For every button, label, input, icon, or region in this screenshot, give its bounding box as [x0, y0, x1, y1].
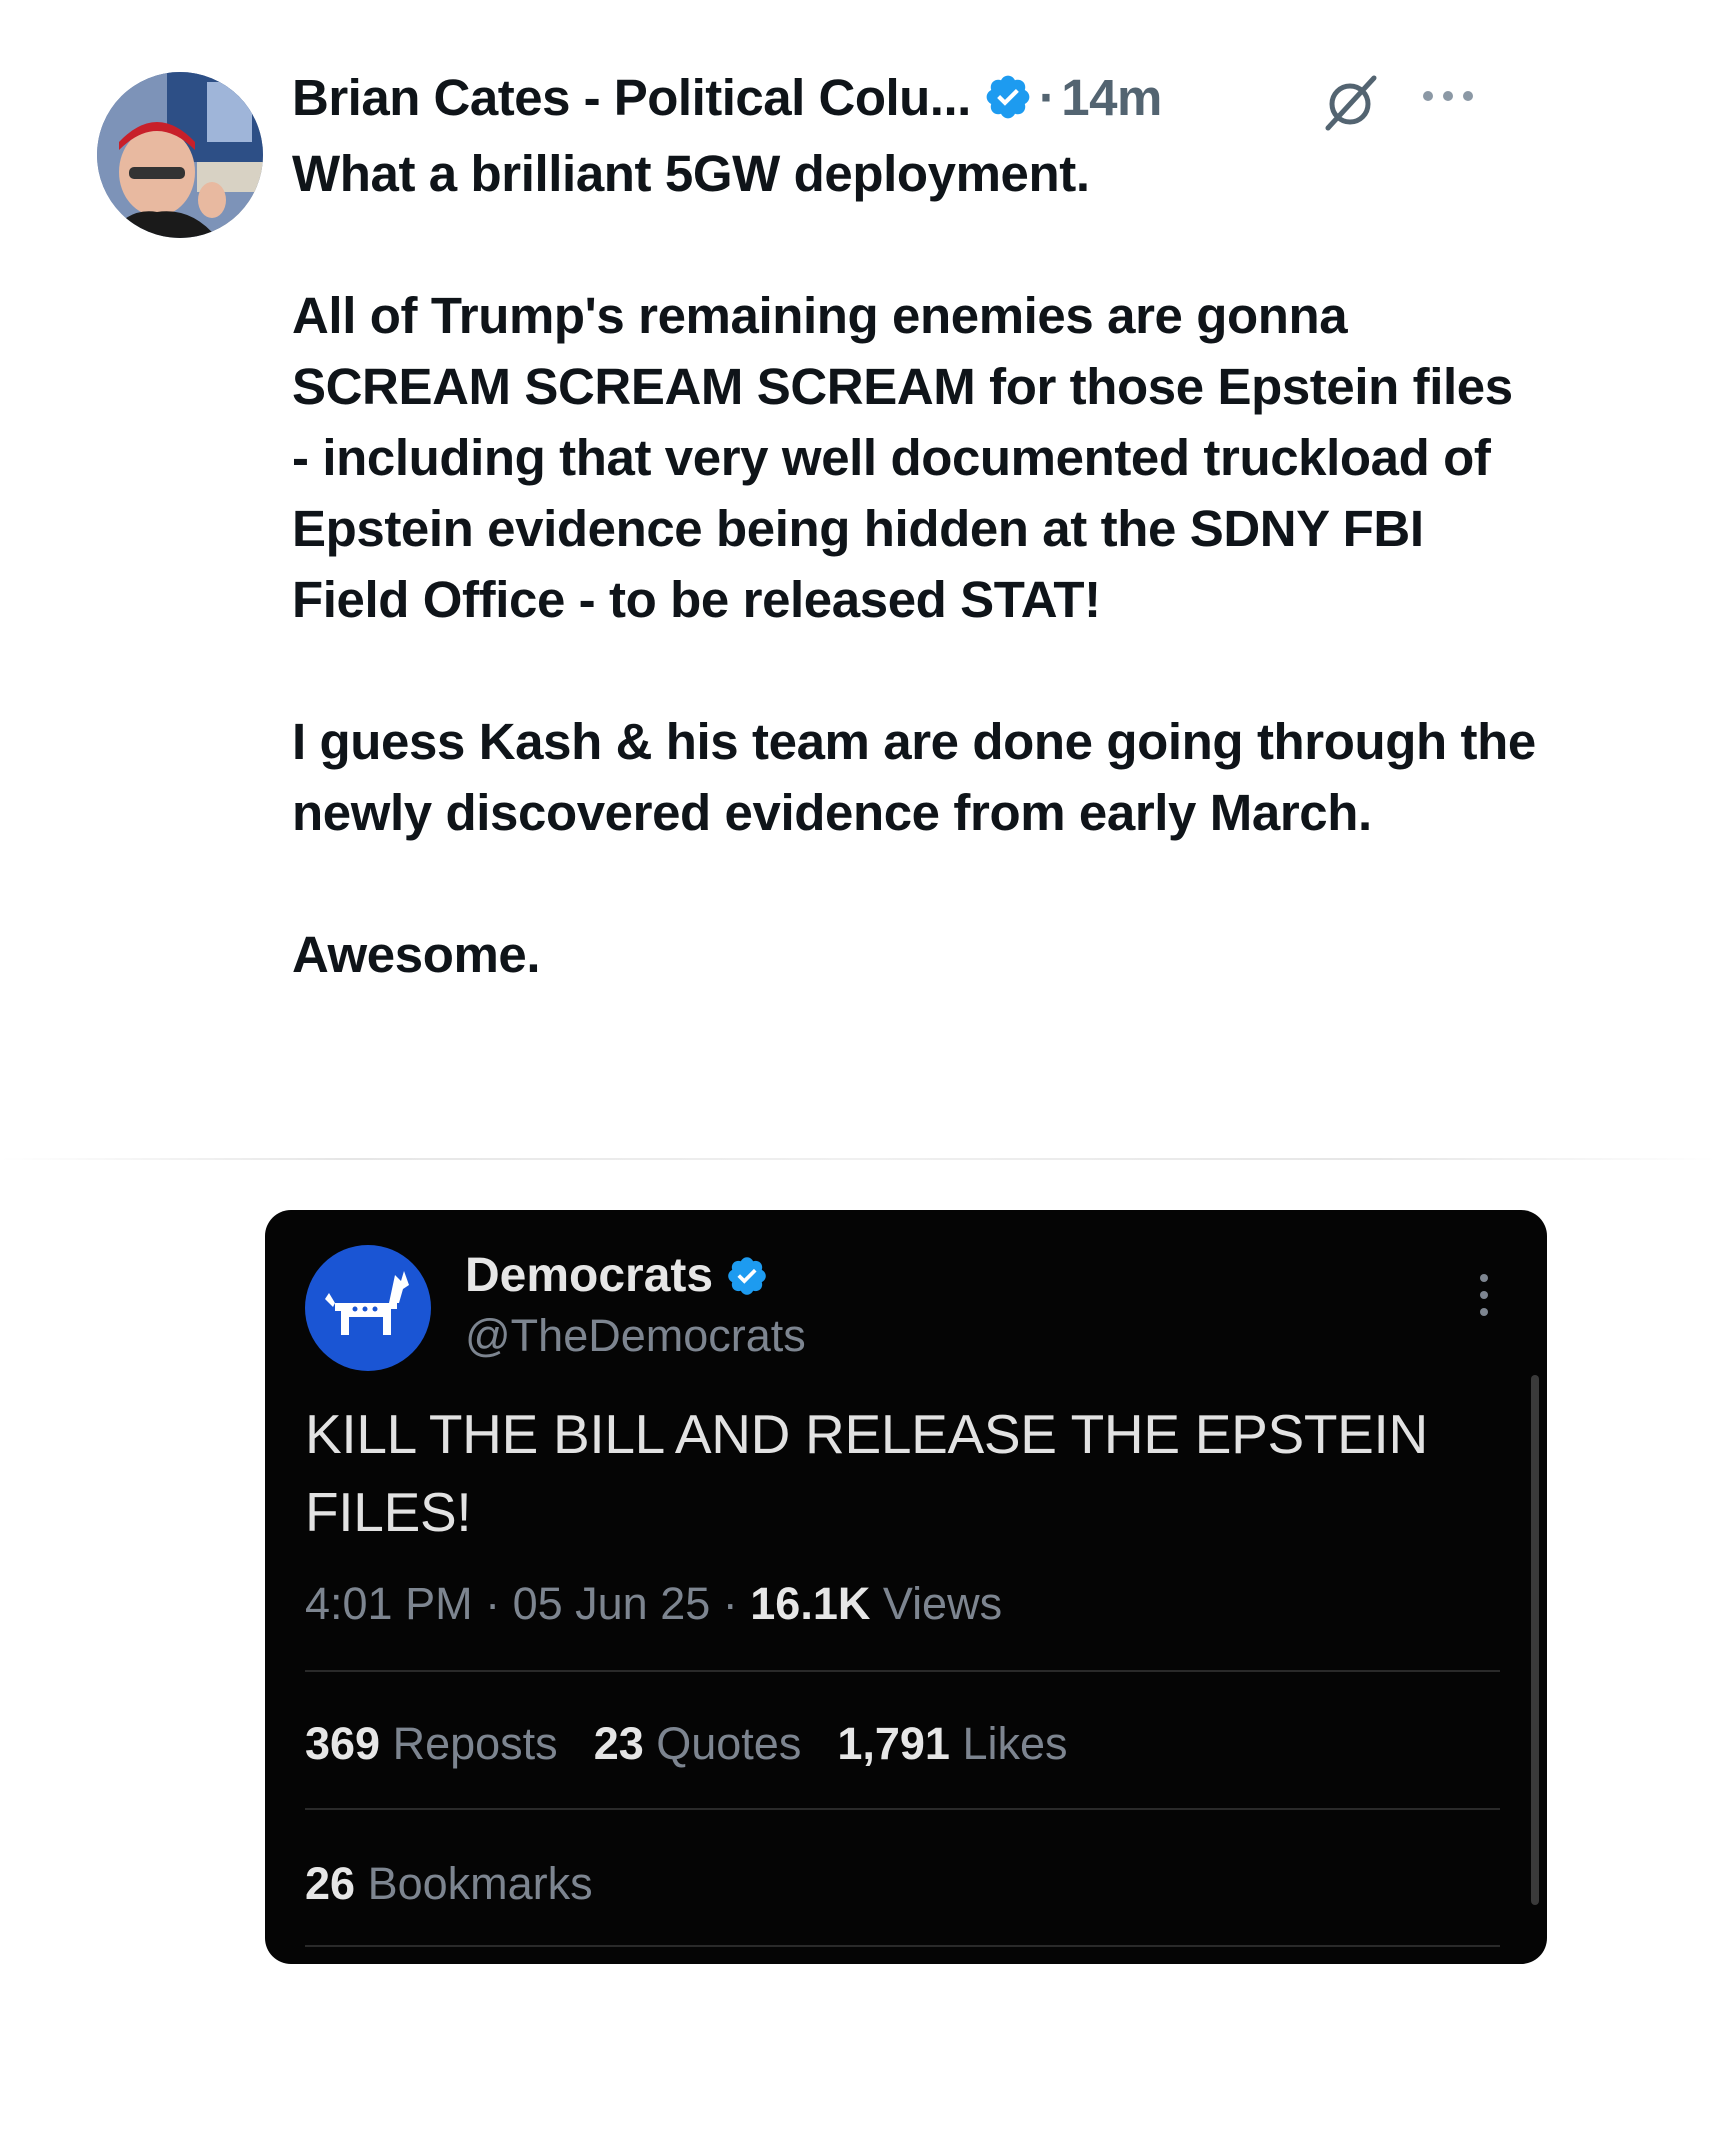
bookmarks-label: Bookmarks [355, 1858, 593, 1909]
tweet-paragraph: All of Trump's remaining enemies are gon… [292, 287, 1513, 628]
likes-count: 1,791 [837, 1718, 950, 1769]
scrollbar [1531, 1375, 1539, 1905]
author-name[interactable]: Brian Cates - Political Colu... [292, 68, 971, 127]
divider [0, 1158, 1717, 1160]
reposts-count: 369 [305, 1718, 381, 1769]
views-count: 16.1K [750, 1578, 871, 1629]
meta-separator: · [710, 1578, 751, 1629]
more-options-icon[interactable] [1418, 86, 1478, 106]
quoted-date: 05 Jun 25 [512, 1578, 711, 1629]
quotes-label: Quotes [643, 1718, 802, 1769]
verified-badge-icon [986, 75, 1030, 119]
tweet-timestamp[interactable]: 14m [1061, 68, 1162, 127]
quoted-tweet-text: KILL THE BILL AND RELEASE THE EPSTEIN FI… [305, 1403, 1428, 1543]
tweet-body: What a brilliant 5GW deployment. All of … [292, 138, 1542, 990]
verified-badge-icon [728, 1256, 766, 1295]
reposts-stat: 369 Reposts [305, 1718, 558, 1769]
quotes-count: 23 [593, 1718, 644, 1769]
quoted-avatar [305, 1245, 431, 1371]
more-vertical-icon [1480, 1274, 1488, 1316]
quoted-tweet-screenshot[interactable]: Democrats @TheDemocrats KILL THE BILL AN… [265, 1210, 1547, 1964]
tweet-paragraph: I guess Kash & his team are done going t… [292, 713, 1536, 841]
header-separator: · [1038, 68, 1056, 126]
bookmarks-count: 26 [305, 1858, 356, 1909]
quoted-stats: 369 Reposts 23 Quotes 1,791 Likes [305, 1718, 1104, 1770]
meta-separator: · [472, 1578, 513, 1629]
bookmarks-stat: 26 Bookmarks [305, 1858, 593, 1910]
quoted-name-text: Democrats [465, 1249, 714, 1302]
grok-icon[interactable] [1320, 72, 1380, 132]
quoted-divider [305, 1945, 1500, 1947]
tweet-paragraph: What a brilliant 5GW deployment. [292, 145, 1090, 202]
donkey-logo-icon [325, 1271, 409, 1335]
likes-label: Likes [949, 1718, 1068, 1769]
views-label: Views [870, 1578, 1003, 1629]
quoted-meta: 4:01 PM · 05 Jun 25 · 16.1K Views [305, 1578, 1002, 1630]
quotes-stat: 23 Quotes [594, 1718, 802, 1769]
quoted-divider [305, 1670, 1500, 1672]
likes-stat: 1,791 Likes [837, 1718, 1067, 1769]
quoted-author-name: Democrats [465, 1248, 769, 1303]
quoted-handle: @TheDemocrats [465, 1310, 806, 1361]
quoted-divider [305, 1808, 1500, 1810]
avatar-photo [97, 72, 263, 238]
quoted-time: 4:01 PM [305, 1578, 473, 1629]
author-avatar[interactable] [97, 72, 263, 238]
reposts-label: Reposts [380, 1718, 558, 1769]
tweet-paragraph: Awesome. [292, 926, 541, 983]
